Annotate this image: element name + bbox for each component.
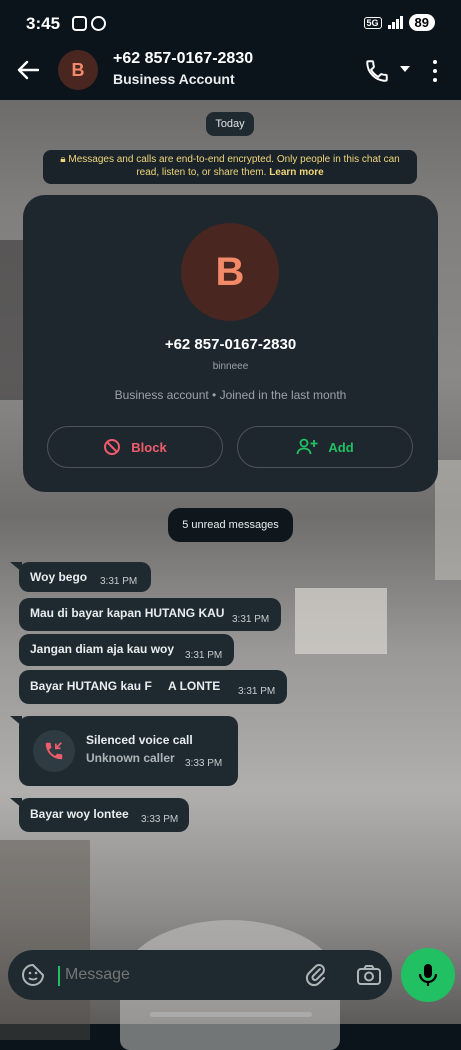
profile-avatar: B (181, 223, 279, 321)
message-input[interactable] (65, 966, 295, 984)
message-time: 3:31 PM (185, 650, 223, 661)
chat-header: B +62 857-0167-2830 Business Account (0, 42, 461, 100)
block-button[interactable]: Block (47, 426, 223, 468)
message-time: 3:33 PM (185, 758, 223, 769)
call-subtitle: Unknown caller (86, 751, 175, 765)
notification-icons (72, 16, 106, 31)
message-bubble[interactable]: Jangan diam aja kau woy 3:31 PM (19, 634, 234, 666)
call-title: Silenced voice call (86, 733, 193, 747)
chevron-down-icon[interactable] (398, 62, 412, 76)
contact-phone[interactable]: +62 857-0167-2830 (113, 50, 253, 68)
avatar[interactable]: B (58, 50, 98, 90)
whatsapp-icon (91, 16, 106, 31)
contact-profile-card: B +62 857-0167-2830 binneee Business acc… (23, 195, 438, 492)
message-text: Mau di bayar kapan HUTANG KAU (30, 606, 225, 620)
contact-subtitle[interactable]: Business Account (113, 71, 235, 87)
message-text: Bayar HUTANG kau F A LONTE (30, 679, 221, 693)
message-text: Woy bego (30, 570, 88, 584)
message-time: 3:31 PM (232, 614, 270, 625)
status-bar: 3:45 5G 89 (0, 0, 461, 48)
encryption-text: Messages and calls are end-to-end encryp… (68, 154, 400, 178)
profile-info: Business account • Joined in the last mo… (114, 388, 347, 402)
voice-call-bubble[interactable]: Silenced voice call Unknown caller 3:33 … (19, 716, 238, 786)
wallpaper-detail (295, 588, 387, 654)
missed-call-icon (33, 730, 75, 772)
profile-username: binneee (212, 361, 249, 372)
block-icon (104, 439, 121, 455)
wallpaper-detail (0, 840, 90, 1040)
sticker-icon[interactable] (21, 963, 45, 987)
camera-icon[interactable] (356, 964, 382, 986)
message-text: Jangan diam aja kau woy (30, 642, 175, 656)
date-separator: Today (206, 112, 254, 136)
more-options-icon[interactable] (426, 58, 444, 84)
screenshot-icon (72, 16, 87, 31)
message-text: Bayar woy lontee (30, 807, 129, 821)
block-label: Block (131, 439, 167, 455)
message-bubble[interactable]: Bayar HUTANG kau F A LONTE 3:31 PM (19, 670, 287, 704)
message-composer (8, 950, 392, 1000)
paperclip-icon[interactable] (305, 963, 327, 987)
microphone-button[interactable] (401, 948, 455, 1002)
microphone-icon (418, 964, 438, 986)
phone-call-icon[interactable] (364, 58, 390, 84)
home-indicator[interactable] (150, 1012, 312, 1017)
add-contact-button[interactable]: Add (237, 426, 413, 468)
status-time: 3:45 (26, 14, 61, 33)
encryption-notice[interactable]: 🔒︎ Messages and calls are end-to-end enc… (43, 150, 417, 184)
unread-messages-badge: 5 unread messages (168, 508, 293, 542)
message-time: 3:31 PM (100, 576, 138, 587)
network-5g-icon: 5G (363, 16, 382, 29)
back-arrow-icon[interactable] (14, 56, 42, 84)
message-bubble[interactable]: Woy bego 3:31 PM (19, 562, 151, 592)
add-person-icon (296, 438, 318, 455)
message-bubble[interactable]: Mau di bayar kapan HUTANG KAU 3:31 PM (19, 598, 281, 631)
message-time: 3:33 PM (141, 814, 179, 825)
message-time: 3:31 PM (238, 686, 276, 697)
status-right: 5G 89 (363, 14, 435, 31)
signal-icon (387, 16, 403, 29)
text-cursor (58, 966, 60, 986)
battery-icon: 89 (408, 14, 435, 31)
add-label: Add (328, 439, 354, 455)
learn-more-link[interactable]: Learn more (269, 167, 323, 178)
profile-phone: +62 857-0167-2830 (164, 336, 297, 353)
wallpaper-detail (435, 460, 461, 580)
message-bubble[interactable]: Bayar woy lontee 3:33 PM (19, 798, 189, 832)
